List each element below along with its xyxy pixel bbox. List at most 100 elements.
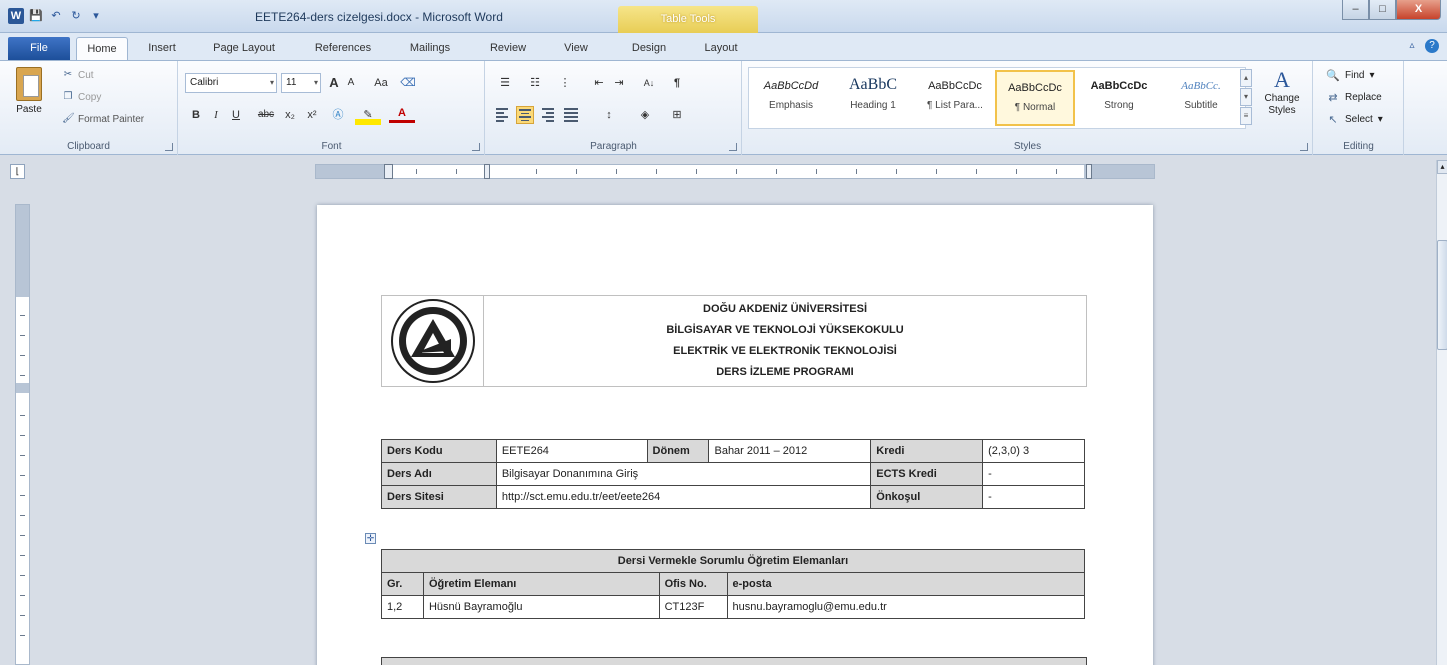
minimize-button[interactable]: – [1342, 0, 1369, 20]
tab-references[interactable]: References [305, 37, 381, 60]
course-code-value[interactable]: EETE264 [495, 439, 648, 463]
document-page[interactable]: DOĞU AKDENİZ ÜNİVERSİTESİ BİLGİSAYAR VE … [317, 205, 1153, 665]
text-effects-icon[interactable]: Ⓐ [329, 105, 347, 125]
styles-dialog-launcher[interactable] [1300, 143, 1308, 151]
term-value[interactable]: Bahar 2011 – 2012 [708, 439, 872, 463]
save-icon[interactable]: 💾 [28, 8, 44, 24]
tab-file[interactable]: File [8, 37, 70, 60]
align-right-icon[interactable] [540, 106, 558, 124]
find-button[interactable]: 🔍 Find ▾ [1326, 69, 1374, 82]
tab-mailings[interactable]: Mailings [400, 37, 460, 60]
font-name-value: Calibri [190, 77, 219, 88]
font-color-button[interactable]: A [389, 105, 415, 123]
multilevel-list-icon[interactable]: ⋮ [554, 73, 576, 93]
shading-icon[interactable]: ◈ [634, 105, 656, 125]
select-button[interactable]: ↖ Select ▾ [1326, 113, 1382, 126]
horizontal-ruler[interactable] [315, 164, 1155, 179]
paste-button[interactable]: Paste [10, 67, 48, 115]
course-site-label: Ders Sitesi [381, 485, 497, 509]
format-painter-button[interactable]: 🖌 Format Painter [62, 113, 144, 125]
sort-button[interactable]: A↓ [638, 73, 660, 93]
instructor-name[interactable]: Hüsnü Bayramoğlu [422, 595, 660, 619]
font-dialog-launcher[interactable] [472, 143, 480, 151]
show-formatting-button[interactable]: ¶ [668, 73, 686, 93]
underline-button[interactable]: U [229, 105, 243, 125]
font-name-combo[interactable]: Calibri ▾ [185, 73, 277, 93]
table-tools-label: Table Tools [660, 13, 716, 25]
redo-icon[interactable]: ↻ [68, 8, 84, 24]
replace-button[interactable]: ⇄ Replace [1326, 91, 1381, 104]
style-emphasis[interactable]: AaBbCcDd Emphasis [751, 70, 831, 126]
italic-button[interactable]: I [209, 105, 223, 125]
style-subtitle[interactable]: AaBbCc. Subtitle [1161, 70, 1241, 126]
change-case-button[interactable]: Aa [369, 73, 393, 93]
shrink-font-button[interactable]: A [345, 73, 357, 93]
left-indent-marker[interactable] [384, 164, 393, 179]
instructor-office[interactable]: CT123F [658, 595, 728, 619]
align-left-icon[interactable] [494, 106, 512, 124]
undo-icon[interactable]: ↶ [48, 8, 64, 24]
clear-formatting-icon[interactable]: ⌫ [399, 73, 417, 93]
style-normal[interactable]: AaBbCcDc ¶ Normal [995, 70, 1075, 126]
gallery-up-icon[interactable]: ▴ [1240, 69, 1252, 87]
copy-button[interactable]: ❐ Copy [62, 91, 102, 103]
justify-icon[interactable] [562, 106, 580, 124]
style-strong[interactable]: AaBbCcDc Strong [1079, 70, 1159, 126]
table-move-handle-icon[interactable]: ✛ [365, 533, 376, 544]
tab-layout[interactable]: Layout [696, 37, 746, 60]
line-spacing-icon[interactable]: ↕ [598, 105, 620, 125]
borders-icon[interactable]: ⊞ [666, 105, 688, 125]
tab-page-layout[interactable]: Page Layout [205, 37, 283, 60]
font-size-value: 11 [286, 77, 297, 88]
style-heading-1[interactable]: AaBbC Heading 1 [833, 70, 913, 126]
superscript-button[interactable]: x² [303, 105, 321, 125]
course-name-value[interactable]: Bilgisayar Donanımına Giriş [495, 462, 872, 486]
grow-font-button[interactable]: A [327, 73, 341, 93]
close-button[interactable]: X [1396, 0, 1441, 20]
gallery-down-icon[interactable]: ▾ [1240, 88, 1252, 106]
tab-selector-icon[interactable]: ⌊ [10, 164, 25, 179]
word-app-icon[interactable]: W [8, 8, 24, 24]
style-list-paragraph[interactable]: AaBbCcDc ¶ List Para... [915, 70, 995, 126]
right-indent-marker[interactable] [1086, 164, 1092, 179]
strikethrough-button[interactable]: abc [255, 105, 277, 125]
cut-button[interactable]: ✂ Cut [62, 69, 94, 81]
align-center-icon[interactable] [516, 106, 534, 124]
bold-button[interactable]: B [189, 105, 203, 125]
clipboard-dialog-launcher[interactable] [165, 143, 173, 151]
customize-qat-icon[interactable]: ▾ [88, 8, 104, 24]
window-controls: – □ X [1342, 0, 1441, 20]
tab-review[interactable]: Review [482, 37, 534, 60]
scroll-up-icon[interactable]: ▴ [1437, 160, 1447, 174]
numbering-icon[interactable]: ☷ [524, 73, 546, 93]
decrease-indent-icon[interactable]: ⇤ [590, 73, 608, 93]
increase-indent-icon[interactable]: ⇥ [610, 73, 628, 93]
university-name: DOĞU AKDENİZ ÜNİVERSİTESİ [703, 303, 867, 315]
help-icon[interactable]: ? [1425, 39, 1439, 53]
ects-label: ECTS Kredi [870, 462, 984, 486]
scroll-thumb[interactable] [1437, 240, 1447, 350]
maximize-button[interactable]: □ [1369, 0, 1396, 20]
subscript-button[interactable]: x₂ [281, 105, 299, 125]
ects-value[interactable]: - [982, 462, 1085, 486]
credit-value[interactable]: (2,3,0) 3 [982, 439, 1085, 463]
paragraph-dialog-launcher[interactable] [729, 143, 737, 151]
course-site-value[interactable]: http://sct.emu.edu.tr/eet/eete264 [495, 485, 872, 509]
vertical-ruler[interactable] [15, 204, 30, 665]
font-size-combo[interactable]: 11 ▾ [281, 73, 321, 93]
tab-home[interactable]: Home [76, 37, 128, 60]
column-header-group: Gr. [381, 572, 424, 596]
vertical-scrollbar[interactable]: ▴ [1436, 160, 1447, 665]
tab-insert[interactable]: Insert [140, 37, 184, 60]
bullets-icon[interactable]: ☰ [494, 73, 516, 93]
highlight-color-icon[interactable]: ✎ [355, 105, 381, 125]
minimize-ribbon-icon[interactable]: ▵ [1405, 39, 1419, 53]
instructor-group[interactable]: 1,2 [381, 595, 424, 619]
tab-view[interactable]: View [556, 37, 596, 60]
tab-design[interactable]: Design [622, 37, 676, 60]
instructor-email[interactable]: husnu.bayramoglu@emu.edu.tr [726, 595, 1086, 619]
table-column-marker[interactable] [484, 164, 490, 179]
gallery-more-icon[interactable]: ≡ [1240, 107, 1252, 125]
change-styles-button[interactable]: A Change Styles [1260, 67, 1304, 117]
prerequisite-value[interactable]: - [982, 485, 1085, 509]
